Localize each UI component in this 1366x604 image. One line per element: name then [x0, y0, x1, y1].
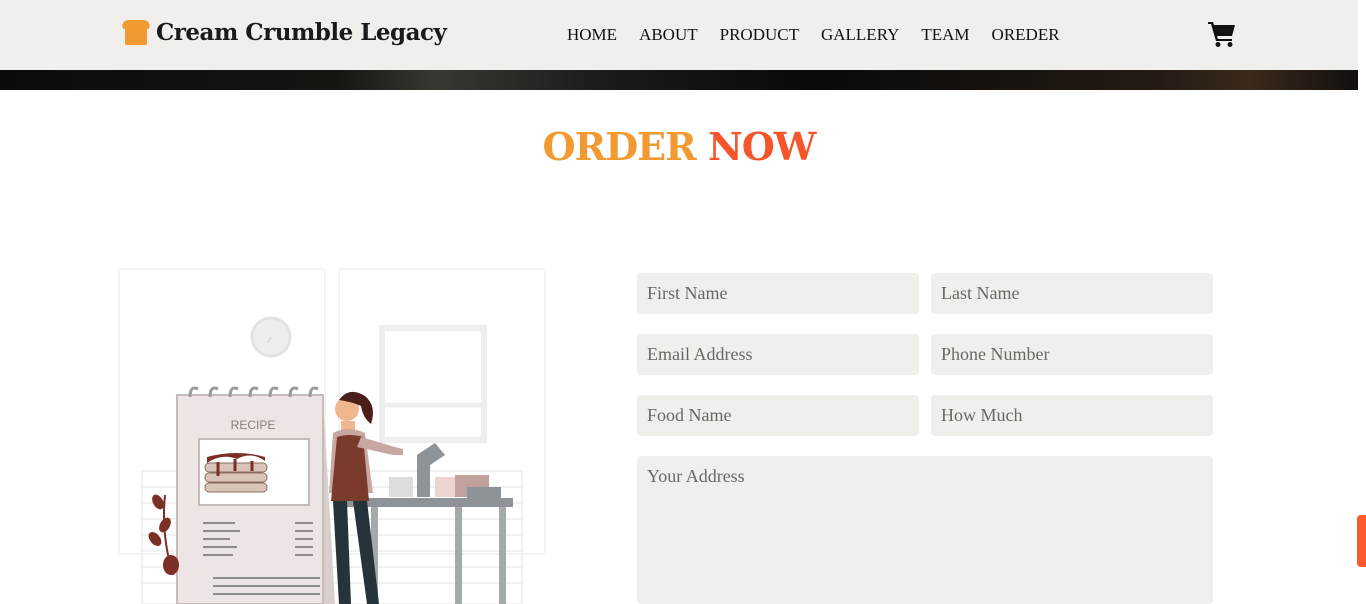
nav-gallery[interactable]: GALLERY: [821, 25, 899, 45]
nav-about[interactable]: ABOUT: [639, 25, 698, 45]
scroll-to-top-handle[interactable]: [1357, 515, 1366, 567]
food-name-input[interactable]: [637, 395, 919, 436]
recipe-label: RECIPE: [231, 418, 276, 432]
order-section-title: ORDER NOW: [0, 124, 1358, 169]
quantity-input[interactable]: [931, 395, 1213, 436]
navbar: Cream Crumble Legacy HOME ABOUT PRODUCT …: [0, 0, 1358, 70]
phone-input[interactable]: [931, 334, 1213, 375]
title-now-word: NOW: [707, 124, 817, 169]
brand-logo[interactable]: Cream Crumble Legacy: [121, 18, 447, 46]
nav-order[interactable]: OREDER: [992, 25, 1060, 45]
address-textarea[interactable]: [637, 456, 1213, 604]
baker-illustration: RECIPE: [118, 268, 546, 604]
brand-name: Cream Crumble Legacy: [156, 18, 447, 46]
nav-home[interactable]: HOME: [567, 25, 617, 45]
title-order-word: ORDER: [542, 124, 697, 169]
last-name-input[interactable]: [931, 273, 1213, 314]
hero-image-strip: [0, 70, 1358, 90]
cart-icon[interactable]: [1208, 21, 1236, 47]
nav-team[interactable]: TEAM: [921, 25, 969, 45]
nav-product[interactable]: PRODUCT: [720, 25, 799, 45]
email-input[interactable]: [637, 334, 919, 375]
bread-icon: [122, 20, 150, 45]
first-name-input[interactable]: [637, 273, 919, 314]
main-nav: HOME ABOUT PRODUCT GALLERY TEAM OREDER: [567, 25, 1082, 45]
